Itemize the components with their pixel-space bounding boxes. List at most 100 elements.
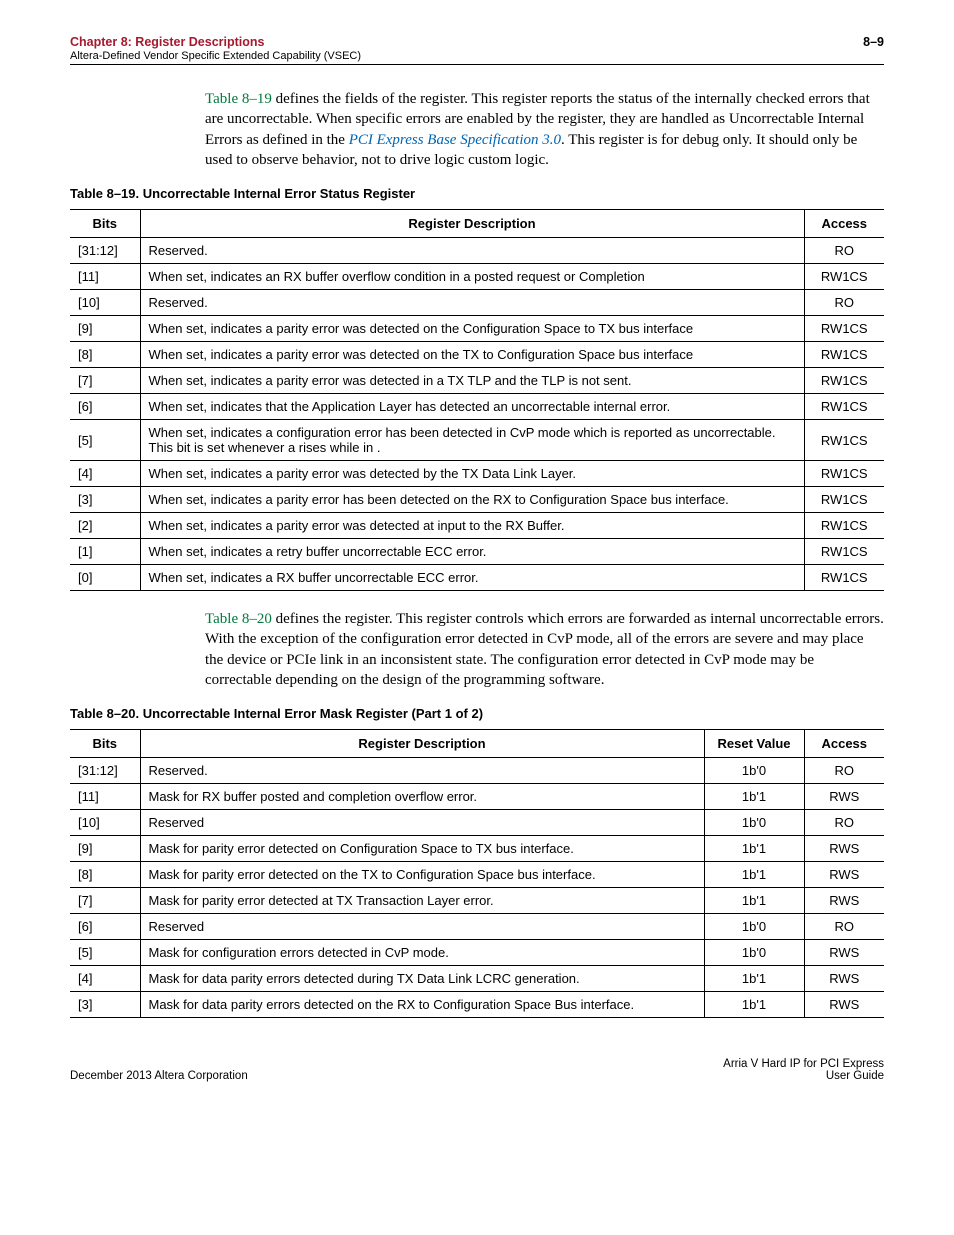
cell-bits: [3] — [70, 992, 140, 1018]
table-row: [1]When set, indicates a retry buffer un… — [70, 539, 884, 565]
cell-access: RW1CS — [804, 264, 884, 290]
th-desc: Register Description — [140, 730, 704, 758]
table-20-caption: Table 8–20. Uncorrectable Internal Error… — [70, 706, 884, 721]
cell-bits: [5] — [70, 420, 140, 461]
cell-bits: [6] — [70, 914, 140, 940]
th-access: Access — [804, 730, 884, 758]
header-chapter: Chapter 8: Register Descriptions — [70, 35, 361, 49]
cell-access: RW1CS — [804, 565, 884, 591]
cell-desc: Mask for parity error detected on the TX… — [140, 862, 704, 888]
cell-desc: Mask for configuration errors detected i… — [140, 940, 704, 966]
table-19: Bits Register Description Access [31:12]… — [70, 209, 884, 591]
cell-desc: When set, indicates a parity error was d… — [140, 513, 804, 539]
cell-reset: 1b'1 — [704, 784, 804, 810]
cell-desc: When set, indicates a retry buffer uncor… — [140, 539, 804, 565]
table-row: [11]Mask for RX buffer posted and comple… — [70, 784, 884, 810]
cell-bits: [10] — [70, 810, 140, 836]
th-access: Access — [804, 210, 884, 238]
cell-access: RWS — [804, 966, 884, 992]
cell-reset: 1b'1 — [704, 888, 804, 914]
th-desc: Register Description — [140, 210, 804, 238]
table-ref-link[interactable]: Table 8–19 — [205, 91, 272, 107]
table-row: [2]When set, indicates a parity error wa… — [70, 513, 884, 539]
cell-reset: 1b'0 — [704, 940, 804, 966]
th-bits: Bits — [70, 210, 140, 238]
cell-desc: When set, indicates a configuration erro… — [140, 420, 804, 461]
cell-desc: Reserved — [140, 810, 704, 836]
cell-reset: 1b'1 — [704, 966, 804, 992]
paragraph-1: Table 8–19 defines the fields of the reg… — [205, 89, 884, 170]
cell-access: RW1CS — [804, 487, 884, 513]
table-row: [10]Reserved1b'0RO — [70, 810, 884, 836]
cell-access: RW1CS — [804, 539, 884, 565]
cell-access: RWS — [804, 862, 884, 888]
table-row: [7]When set, indicates a parity error wa… — [70, 368, 884, 394]
table-row: [5]When set, indicates a configuration e… — [70, 420, 884, 461]
cell-access: RO — [804, 810, 884, 836]
cell-desc: When set, indicates that the Application… — [140, 394, 804, 420]
cell-desc: Reserved. — [140, 290, 804, 316]
table-row: [5]Mask for configuration errors detecte… — [70, 940, 884, 966]
cell-bits: [4] — [70, 461, 140, 487]
cell-bits: [9] — [70, 836, 140, 862]
cell-desc: When set, indicates a parity error was d… — [140, 461, 804, 487]
cell-bits: [6] — [70, 394, 140, 420]
cell-access: RW1CS — [804, 316, 884, 342]
spec-link[interactable]: PCI Express Base Specification 3.0 — [349, 132, 561, 148]
cell-desc: Reserved — [140, 914, 704, 940]
header-subtitle: Altera-Defined Vendor Specific Extended … — [70, 50, 361, 62]
cell-bits: [2] — [70, 513, 140, 539]
cell-access: RWS — [804, 992, 884, 1018]
cell-bits: [4] — [70, 966, 140, 992]
cell-desc: Mask for RX buffer posted and completion… — [140, 784, 704, 810]
cell-reset: 1b'1 — [704, 992, 804, 1018]
cell-bits: [1] — [70, 539, 140, 565]
table-row: [11]When set, indicates an RX buffer ove… — [70, 264, 884, 290]
cell-bits: [11] — [70, 784, 140, 810]
cell-desc: Mask for parity error detected on Config… — [140, 836, 704, 862]
th-bits: Bits — [70, 730, 140, 758]
cell-reset: 1b'1 — [704, 862, 804, 888]
th-reset: Reset Value — [704, 730, 804, 758]
table-row: [9]When set, indicates a parity error wa… — [70, 316, 884, 342]
cell-bits: [9] — [70, 316, 140, 342]
cell-reset: 1b'0 — [704, 810, 804, 836]
cell-desc: Mask for data parity errors detected dur… — [140, 966, 704, 992]
cell-access: RW1CS — [804, 368, 884, 394]
cell-bits: [10] — [70, 290, 140, 316]
cell-desc: When set, indicates a parity error was d… — [140, 368, 804, 394]
cell-desc: When set, indicates a parity error was d… — [140, 342, 804, 368]
paragraph-2: Table 8–20 defines the register. This re… — [205, 609, 884, 690]
table-row: [0]When set, indicates a RX buffer uncor… — [70, 565, 884, 591]
cell-reset: 1b'1 — [704, 836, 804, 862]
footer-left: December 2013 Altera Corporation — [70, 1070, 248, 1082]
cell-desc: Reserved. — [140, 238, 804, 264]
cell-bits: [11] — [70, 264, 140, 290]
cell-access: RW1CS — [804, 394, 884, 420]
cell-reset: 1b'0 — [704, 914, 804, 940]
cell-access: RWS — [804, 836, 884, 862]
footer-doc-title: Arria V Hard IP for PCI Express — [723, 1058, 884, 1070]
cell-access: RO — [804, 914, 884, 940]
cell-desc: Mask for data parity errors detected on … — [140, 992, 704, 1018]
cell-access: RW1CS — [804, 513, 884, 539]
page-footer: December 2013 Altera Corporation Arria V… — [70, 1058, 884, 1082]
cell-access: RWS — [804, 888, 884, 914]
table-ref-link[interactable]: Table 8–20 — [205, 611, 272, 627]
cell-reset: 1b'0 — [704, 758, 804, 784]
table-row: [3]When set, indicates a parity error ha… — [70, 487, 884, 513]
cell-access: RO — [804, 238, 884, 264]
cell-bits: [7] — [70, 888, 140, 914]
cell-desc: When set, indicates a RX buffer uncorrec… — [140, 565, 804, 591]
table-row: [3]Mask for data parity errors detected … — [70, 992, 884, 1018]
cell-access: RWS — [804, 784, 884, 810]
cell-bits: [3] — [70, 487, 140, 513]
cell-desc: When set, indicates an RX buffer overflo… — [140, 264, 804, 290]
cell-access: RW1CS — [804, 461, 884, 487]
table-row: [6]Reserved1b'0RO — [70, 914, 884, 940]
header-page-number: 8–9 — [863, 35, 884, 49]
cell-bits: [7] — [70, 368, 140, 394]
table-row: [10]Reserved.RO — [70, 290, 884, 316]
cell-bits: [8] — [70, 862, 140, 888]
cell-access: RO — [804, 290, 884, 316]
